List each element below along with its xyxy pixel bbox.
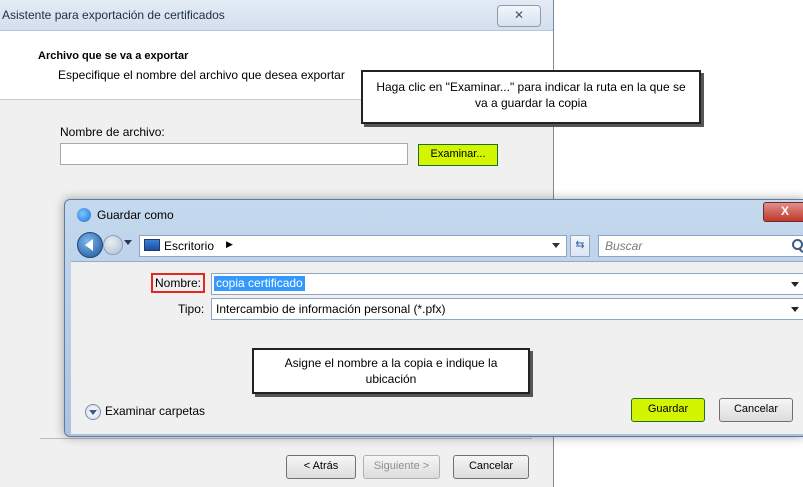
wizard-titlebar: Asistente para exportación de certificad… — [0, 0, 553, 31]
dialog-cancel-button[interactable]: Cancelar — [719, 398, 793, 422]
type-dropdown-icon[interactable] — [791, 307, 799, 312]
filename-label: Nombre de archivo: — [60, 125, 165, 139]
breadcrumb-arrow-icon[interactable]: ▶ — [226, 239, 233, 250]
browse-hint-text: Haga clic en "Examinar..." para indicar … — [376, 80, 686, 110]
back-button[interactable]: < Atrás — [286, 455, 356, 479]
address-location[interactable]: Escritorio — [164, 239, 214, 253]
dialog-close-button[interactable]: X — [763, 202, 803, 222]
address-bar[interactable]: Escritorio ▶ — [139, 235, 567, 257]
search-icon[interactable] — [792, 239, 803, 250]
wizard-header-title: Archivo que se va a exportar — [38, 50, 189, 62]
close-icon: ✕ — [513, 8, 525, 22]
internet-explorer-icon — [77, 208, 91, 222]
desktop-icon — [144, 239, 160, 251]
browse-folders-link[interactable]: Examinar carpetas — [105, 404, 205, 418]
wizard-cancel-button[interactable]: Cancelar — [453, 455, 529, 479]
browse-button[interactable]: Examinar... — [418, 144, 498, 166]
forward-arrow-icon[interactable] — [103, 235, 123, 255]
name-input[interactable]: copia certificado — [211, 273, 803, 295]
wizard-separator — [40, 438, 532, 439]
save-button[interactable]: Guardar — [631, 398, 705, 422]
name-dropdown-icon[interactable] — [791, 282, 799, 287]
name-input-value[interactable]: copia certificado — [214, 276, 305, 291]
type-select[interactable]: Intercambio de información personal (*.p… — [211, 298, 803, 320]
name-hint-text: Asigne el nombre a la copia e indique la… — [284, 356, 498, 386]
name-hint-callout: Asigne el nombre a la copia e indique la… — [252, 348, 530, 394]
next-button[interactable]: Siguiente > — [363, 455, 440, 479]
refresh-button[interactable]: ⇆ — [570, 235, 590, 257]
type-select-value[interactable]: Intercambio de información personal (*.p… — [216, 302, 445, 316]
wizard-close-button[interactable]: ✕ — [497, 5, 541, 27]
wizard-header-subtitle: Especifique el nombre del archivo que de… — [58, 68, 345, 82]
browse-hint-callout: Haga clic en "Examinar..." para indicar … — [361, 70, 701, 124]
filename-input[interactable] — [60, 143, 408, 165]
back-arrow-icon[interactable] — [77, 232, 103, 258]
name-label: Nombre: — [151, 273, 206, 293]
type-label: Tipo: — [178, 302, 205, 316]
dialog-title: Guardar como — [97, 208, 174, 222]
history-dropdown-icon[interactable] — [124, 240, 132, 245]
search-input[interactable]: Buscar — [605, 239, 642, 253]
save-as-dialog: Guardar como X Escritorio ▶ ⇆ Buscar Nom… — [64, 199, 803, 437]
refresh-icon: ⇆ — [575, 239, 585, 251]
wizard-title: Asistente para exportación de certificad… — [2, 8, 225, 22]
search-box[interactable]: Buscar — [598, 235, 803, 257]
expand-folders-icon[interactable] — [85, 404, 101, 420]
address-dropdown-icon[interactable] — [552, 243, 560, 248]
